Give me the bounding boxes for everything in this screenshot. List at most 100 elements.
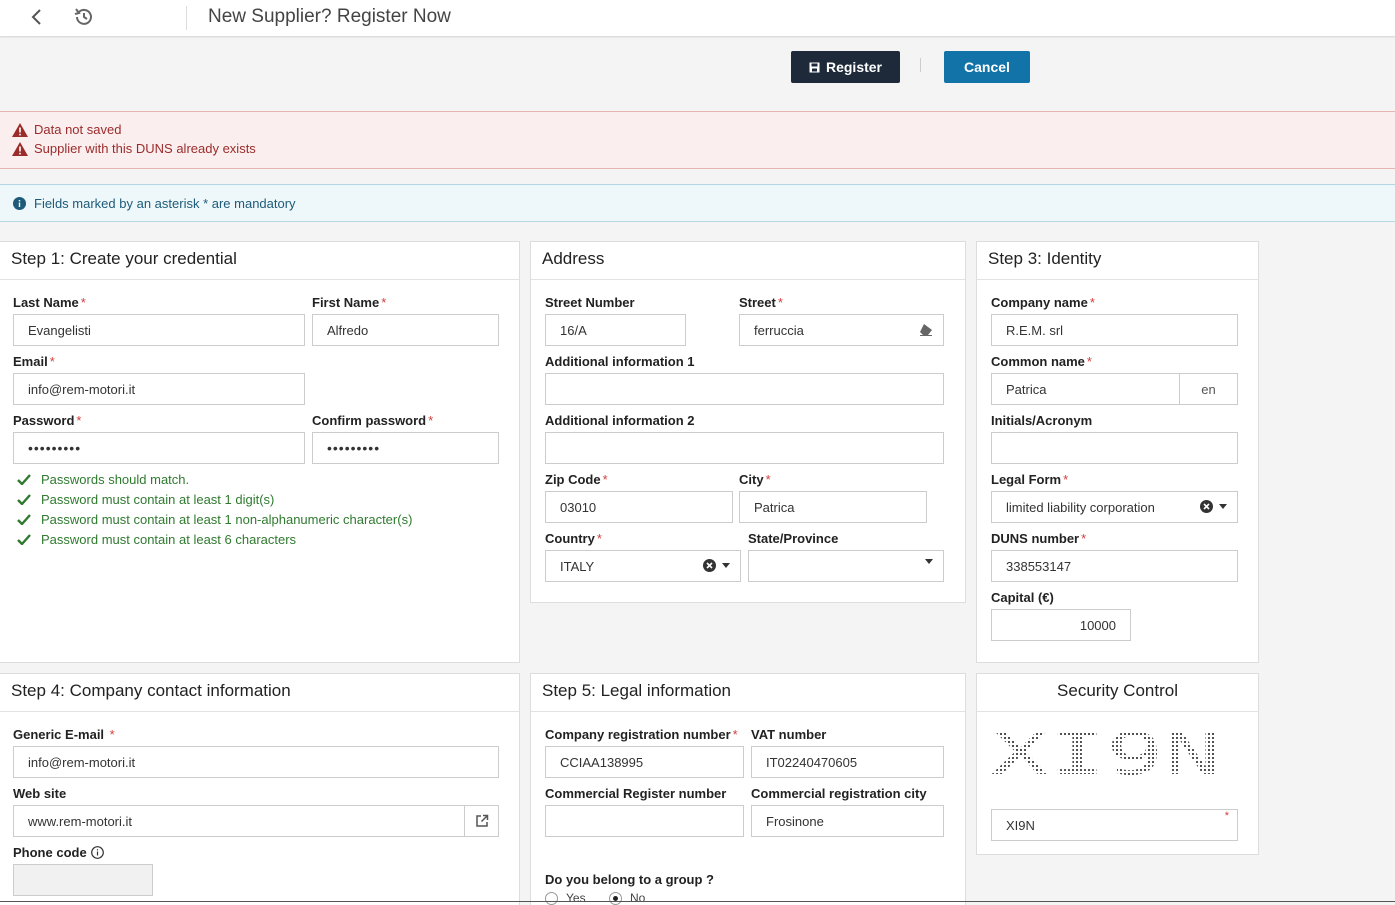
error-text: Supplier with this DUNS already exists [34, 141, 256, 156]
group-radio-yes[interactable]: Yes [545, 891, 586, 905]
additional1-label: Additional information 1 [545, 354, 695, 369]
country-select[interactable]: ITALY [545, 550, 741, 582]
security-title: Security Control [977, 674, 1258, 712]
zip-label: Zip Code * [545, 472, 608, 487]
chevron-down-icon[interactable] [1219, 504, 1227, 509]
state-select[interactable] [748, 550, 944, 582]
phone-code-input[interactable] [13, 864, 153, 896]
step5-panel: Step 5: Legal information Company regist… [530, 673, 966, 905]
additional1-input[interactable] [545, 373, 944, 405]
first-name-input[interactable]: Alfredo [312, 314, 499, 346]
error-message: Supplier with this DUNS already exists [12, 141, 256, 156]
clear-icon[interactable] [703, 559, 716, 572]
last-name-input[interactable]: Evangelisti [13, 314, 305, 346]
commercial-reg-label: Commercial Register number [545, 786, 727, 801]
eraser-icon[interactable] [919, 323, 933, 336]
info-icon[interactable] [90, 846, 104, 859]
capital-input[interactable]: 10000 [991, 609, 1131, 641]
info-alert: Fields marked by an asterisk * are manda… [0, 184, 1395, 222]
error-alert: Data not saved Supplier with this DUNS a… [0, 111, 1395, 169]
generic-email-input[interactable]: info@rem-motori.it [13, 746, 499, 778]
info-icon [13, 196, 26, 210]
step1-title: Step 1: Create your credential [0, 242, 519, 280]
state-label: State/Province [748, 531, 839, 546]
history-icon[interactable] [72, 5, 96, 29]
zip-input[interactable]: 03010 [545, 491, 733, 523]
address-title: Address [531, 242, 965, 280]
password-rule: Password must contain at least 6 charact… [17, 532, 296, 547]
password-rule: Passwords should match. [17, 472, 189, 487]
error-message: Data not saved [12, 122, 121, 137]
capital-label: Capital (€) [991, 590, 1054, 605]
save-icon [809, 62, 820, 72]
city-input[interactable]: Patrica [739, 491, 927, 523]
register-button[interactable]: Register [791, 51, 900, 83]
confirm-password-label: Confirm password * [312, 413, 434, 428]
step5-title: Step 5: Legal information [531, 674, 965, 712]
check-icon [17, 494, 31, 505]
website-label: Web site [13, 786, 67, 801]
register-label: Register [825, 59, 883, 75]
cancel-button[interactable]: Cancel [944, 51, 1030, 83]
common-name-input[interactable]: Patrica en [991, 373, 1238, 405]
commercial-reg-input[interactable] [545, 805, 744, 837]
street-number-input[interactable]: 16/A [545, 314, 686, 346]
open-link-button[interactable] [464, 806, 498, 836]
legal-form-label: Legal Form * [991, 472, 1069, 487]
website-input[interactable]: www.rem-motori.it [13, 805, 499, 837]
vat-input[interactable]: IT02240470605 [751, 746, 944, 778]
initials-input[interactable] [991, 432, 1238, 464]
country-label: Country * [545, 531, 602, 546]
chevron-down-icon[interactable] [925, 559, 933, 564]
captcha-input[interactable]: XI9N * [991, 809, 1238, 841]
password-rule: Password must contain at least 1 non-alp… [17, 512, 412, 527]
step4-title: Step 4: Company contact information [0, 674, 519, 712]
duns-input[interactable]: 338553147 [991, 550, 1238, 582]
legal-form-select[interactable]: limited liability corporation [991, 491, 1238, 523]
commercial-city-input[interactable]: Frosinone [751, 805, 944, 837]
info-text: Fields marked by an asterisk * are manda… [34, 195, 296, 211]
email-label: Email * [13, 354, 55, 369]
clear-icon[interactable] [1200, 500, 1213, 513]
vat-label: VAT number [751, 727, 827, 742]
phone-code-label: Phone code [13, 845, 104, 860]
check-icon [17, 474, 31, 485]
header-divider [186, 6, 187, 30]
page-title: New Supplier? Register Now [208, 6, 451, 27]
company-reg-input[interactable]: CCIAA138995 [545, 746, 744, 778]
password-input[interactable]: ••••••••• [13, 432, 305, 464]
chevron-down-icon[interactable] [722, 563, 730, 568]
common-name-label: Common name * [991, 354, 1092, 369]
city-label: City * [739, 472, 771, 487]
back-arrow-icon[interactable] [26, 6, 48, 28]
warning-icon [12, 141, 28, 156]
generic-email-label: Generic E-mail * [13, 727, 115, 742]
additional2-label: Additional information 2 [545, 413, 695, 428]
group-question: Do you belong to a group ? [545, 872, 714, 887]
captcha-image: XI9N [991, 724, 1221, 780]
street-label: Street * [739, 295, 783, 310]
street-number-label: Street Number [545, 295, 635, 310]
svg-text:XI9N: XI9N [991, 724, 1221, 780]
security-panel: Security Control XI9N XI9N * [976, 673, 1259, 855]
step4-panel: Step 4: Company contact information Gene… [0, 673, 520, 905]
company-name-input[interactable]: R.E.M. srl [991, 314, 1238, 346]
language-selector[interactable]: en [1179, 374, 1237, 404]
company-reg-label: Company registration number * [545, 727, 738, 742]
toolbar-divider [920, 58, 921, 72]
step1-panel: Step 1: Create your credential Last Name… [0, 241, 520, 663]
radio-button[interactable] [545, 891, 558, 905]
confirm-password-input[interactable]: ••••••••• [312, 432, 499, 464]
last-name-label: Last Name * [13, 295, 86, 310]
initials-label: Initials/Acronym [991, 413, 1093, 428]
commercial-city-label: Commercial registration city [751, 786, 927, 801]
password-rule: Password must contain at least 1 digit(s… [17, 492, 274, 507]
top-bar: New Supplier? Register Now [0, 0, 1395, 37]
email-input[interactable]: info@rem-motori.it [13, 373, 305, 405]
external-link-icon [475, 814, 488, 827]
action-toolbar: Register Cancel [0, 38, 1395, 111]
additional2-input[interactable] [545, 432, 944, 464]
radio-button[interactable] [609, 891, 622, 905]
group-radio-no[interactable]: No [609, 891, 645, 905]
street-input[interactable]: ferruccia [739, 314, 944, 346]
